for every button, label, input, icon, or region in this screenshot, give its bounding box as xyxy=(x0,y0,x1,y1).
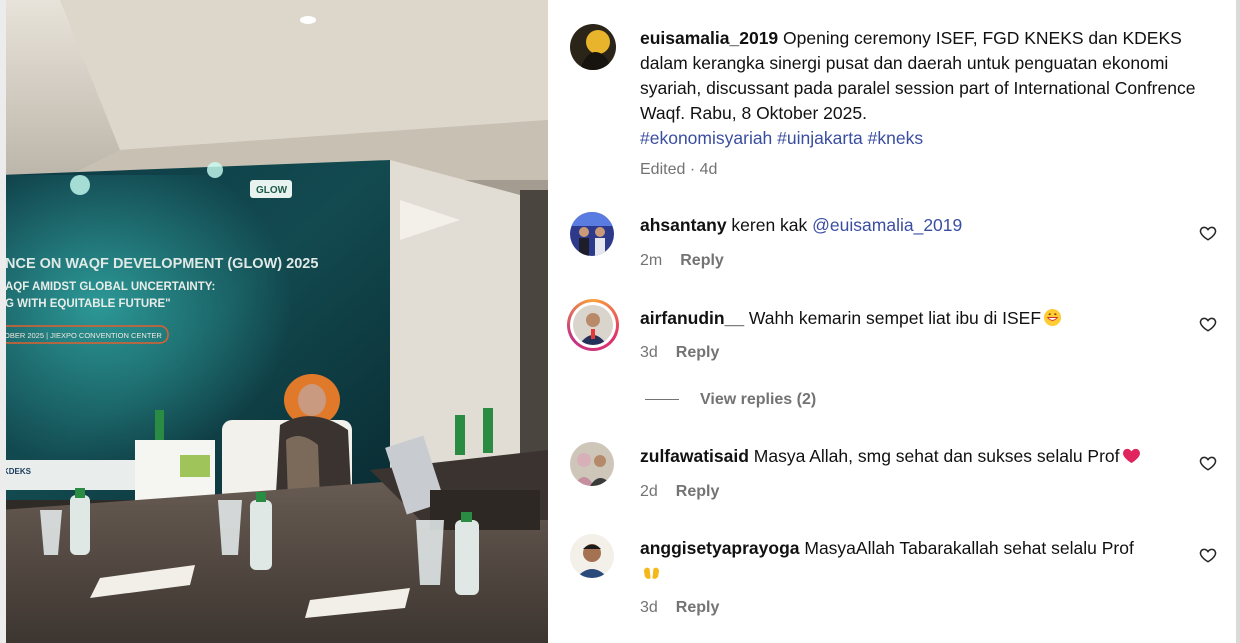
comment-text: anggisetyaprayoga MasyaAllah Tabarakalla… xyxy=(640,536,1180,586)
comment-body: keren kak xyxy=(726,215,813,235)
like-heart-icon[interactable] xyxy=(1199,224,1217,242)
reply-button[interactable]: Reply xyxy=(680,252,724,269)
scrollbar[interactable] xyxy=(1236,0,1240,643)
comment-username[interactable]: zulfawatisaid xyxy=(640,446,749,466)
comment-username[interactable]: anggisetyaprayoga xyxy=(640,538,800,558)
hashtag-uinjakarta[interactable]: #uinjakarta xyxy=(777,128,863,148)
like-heart-icon[interactable] xyxy=(1199,315,1217,333)
hashtag-ekonomisyariah[interactable]: #ekonomisyariah xyxy=(640,128,772,148)
open-hands-emoji-icon xyxy=(643,567,660,579)
comment-text: airfanudin__ Wahh kemarin sempet liat ib… xyxy=(640,306,1180,331)
red-heart-emoji-icon xyxy=(1122,448,1140,464)
grinning-face-emoji-icon xyxy=(1043,308,1062,327)
author-avatar[interactable] xyxy=(570,24,616,70)
comment-body: Masya Allah, smg sehat dan sukses selalu… xyxy=(748,446,1120,466)
comment-meta: 2d Reply xyxy=(640,482,719,502)
post-caption: euisamalia_2019 Opening ceremony ISEF, F… xyxy=(640,26,1210,151)
banner-date: OBER 2025 | JIEXPO CONVENTION CENTER xyxy=(4,331,162,340)
post-edited-time: Edited · 4d xyxy=(640,161,718,178)
view-replies-button[interactable]: View replies (2) xyxy=(645,390,816,410)
comment-time: 3d xyxy=(640,599,658,616)
comment-time: 2d xyxy=(640,483,658,500)
replies-divider xyxy=(645,399,679,401)
comment-avatar[interactable] xyxy=(570,534,614,578)
like-heart-icon[interactable] xyxy=(1199,454,1217,472)
post-photo[interactable]: GLOW NCE ON WAQF DEVELOPMENT (GLOW) 2025… xyxy=(0,0,548,643)
reply-button[interactable]: Reply xyxy=(676,344,720,361)
reply-button[interactable]: Reply xyxy=(676,599,720,616)
comment-meta: 3d Reply xyxy=(640,343,719,363)
banner-subtitle-1: AQF AMIDST GLOBAL UNCERTAINTY: xyxy=(5,281,215,293)
comment-username[interactable]: ahsantany xyxy=(640,215,727,235)
comment-body: Wahh kemarin sempet liat ibu di ISEF xyxy=(744,308,1042,328)
comment-avatar[interactable] xyxy=(570,442,614,486)
view-replies-label: View replies (2) xyxy=(700,391,817,408)
comment-body: MasyaAllah Tabarakallah sehat selalu Pro… xyxy=(799,538,1134,558)
author-username[interactable]: euisamalia_2019 xyxy=(640,28,778,48)
comment-avatar[interactable] xyxy=(570,212,614,256)
comment-meta: 2m Reply xyxy=(640,251,724,271)
banner-subtitle-2: G WITH EQUITABLE FUTURE" xyxy=(5,298,171,310)
banner-title: NCE ON WAQF DEVELOPMENT (GLOW) 2025 xyxy=(5,256,318,272)
like-heart-icon[interactable] xyxy=(1199,546,1217,564)
banner-logo: GLOW xyxy=(256,185,288,196)
reply-button[interactable]: Reply xyxy=(676,483,720,500)
comment-avatar[interactable] xyxy=(573,305,613,345)
banner-sponsor: KDEKS xyxy=(3,467,32,476)
comment-time: 2m xyxy=(640,252,663,269)
comment-text: zulfawatisaid Masya Allah, smg sehat dan… xyxy=(640,444,1180,469)
comment-meta: 3d Reply xyxy=(640,598,719,618)
conference-photo-illustration: GLOW NCE ON WAQF DEVELOPMENT (GLOW) 2025… xyxy=(0,0,548,643)
mention-link[interactable]: @euisamalia_2019 xyxy=(812,215,962,235)
hashtag-kneks[interactable]: #kneks xyxy=(868,128,923,148)
comment-time: 3d xyxy=(640,344,658,361)
comment-text: ahsantany keren kak @euisamalia_2019 xyxy=(640,213,1180,238)
comment-username[interactable]: airfanudin__ xyxy=(640,308,744,328)
